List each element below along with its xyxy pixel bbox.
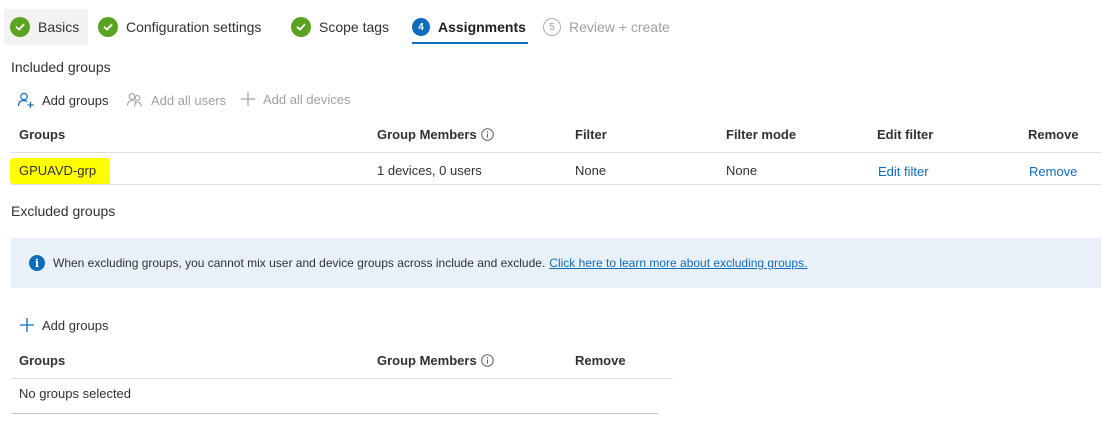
step-basics[interactable]: Basics	[4, 9, 89, 45]
step-scope-tags[interactable]: Scope tags	[291, 9, 389, 45]
header-divider	[11, 152, 1101, 153]
add-groups-label: Add groups	[42, 317, 109, 333]
add-all-users-label: Add all users	[151, 92, 227, 108]
step-label: Configuration settings	[126, 19, 262, 35]
col-header-group-members: Group Members	[377, 353, 494, 368]
step-number-badge: 5	[543, 18, 561, 36]
step-number-badge: 4	[412, 18, 430, 36]
col-header-filter-mode: Filter mode	[726, 127, 797, 142]
add-groups-label: Add groups	[42, 92, 109, 108]
empty-state-text: No groups selected	[19, 386, 132, 401]
col-header-label: Group Members	[377, 127, 477, 142]
info-icon[interactable]	[480, 354, 494, 367]
add-all-devices-label: Add all devices	[263, 91, 351, 107]
add-all-users-button[interactable]: Add all users	[126, 91, 226, 109]
users-icon	[126, 93, 142, 107]
col-header-edit-filter: Edit filter	[877, 127, 934, 142]
included-groups-title: Included groups	[11, 59, 111, 75]
table-bottom-divider	[11, 413, 658, 414]
step-configuration-settings[interactable]: Configuration settings	[98, 9, 261, 45]
step-label: Scope tags	[319, 19, 390, 35]
col-header-filter: Filter	[575, 127, 607, 142]
filter-cell: None	[575, 163, 607, 178]
check-icon	[291, 17, 311, 37]
col-header-label: Group Members	[377, 353, 477, 368]
info-icon: i	[29, 255, 45, 271]
edit-filter-link[interactable]: Edit filter	[878, 164, 929, 179]
add-excluded-groups-button[interactable]: Add groups	[19, 317, 109, 333]
plus-icon	[241, 92, 255, 106]
group-members-cell: 1 devices, 0 users	[377, 163, 482, 178]
col-header-remove: Remove	[575, 353, 626, 368]
info-icon[interactable]	[480, 128, 494, 141]
step-assignments[interactable]: 4 Assignments	[412, 9, 528, 45]
remove-link[interactable]: Remove	[1029, 164, 1077, 179]
step-label: Assignments	[438, 19, 526, 35]
add-user-icon	[17, 92, 34, 108]
group-name-cell: GPUAVD-grp	[19, 163, 97, 178]
add-all-devices-button[interactable]: Add all devices	[240, 91, 350, 107]
col-header-groups: Groups	[19, 127, 66, 142]
learn-more-link[interactable]: Click here to learn more about excluding…	[549, 256, 807, 270]
row-divider	[11, 184, 1101, 185]
step-label: Basics	[38, 19, 80, 35]
check-icon	[10, 17, 30, 37]
info-banner-text: When excluding groups, you cannot mix us…	[53, 256, 546, 270]
info-banner: i When excluding groups, you cannot mix …	[11, 238, 1101, 288]
col-header-groups: Groups	[19, 353, 66, 368]
step-review-create[interactable]: 5 Review + create	[543, 9, 670, 45]
wizard-steps: Basics Configuration settings Scope tags…	[0, 0, 1101, 52]
col-header-remove: Remove	[1028, 127, 1079, 142]
plus-icon	[20, 318, 34, 332]
filter-mode-cell: None	[726, 163, 758, 178]
step-label: Review + create	[569, 19, 670, 35]
check-icon	[98, 17, 118, 37]
add-groups-button[interactable]: Add groups	[17, 91, 109, 109]
excluded-groups-title: Excluded groups	[11, 203, 116, 219]
col-header-group-members: Group Members	[377, 127, 494, 142]
header-divider	[11, 378, 673, 379]
